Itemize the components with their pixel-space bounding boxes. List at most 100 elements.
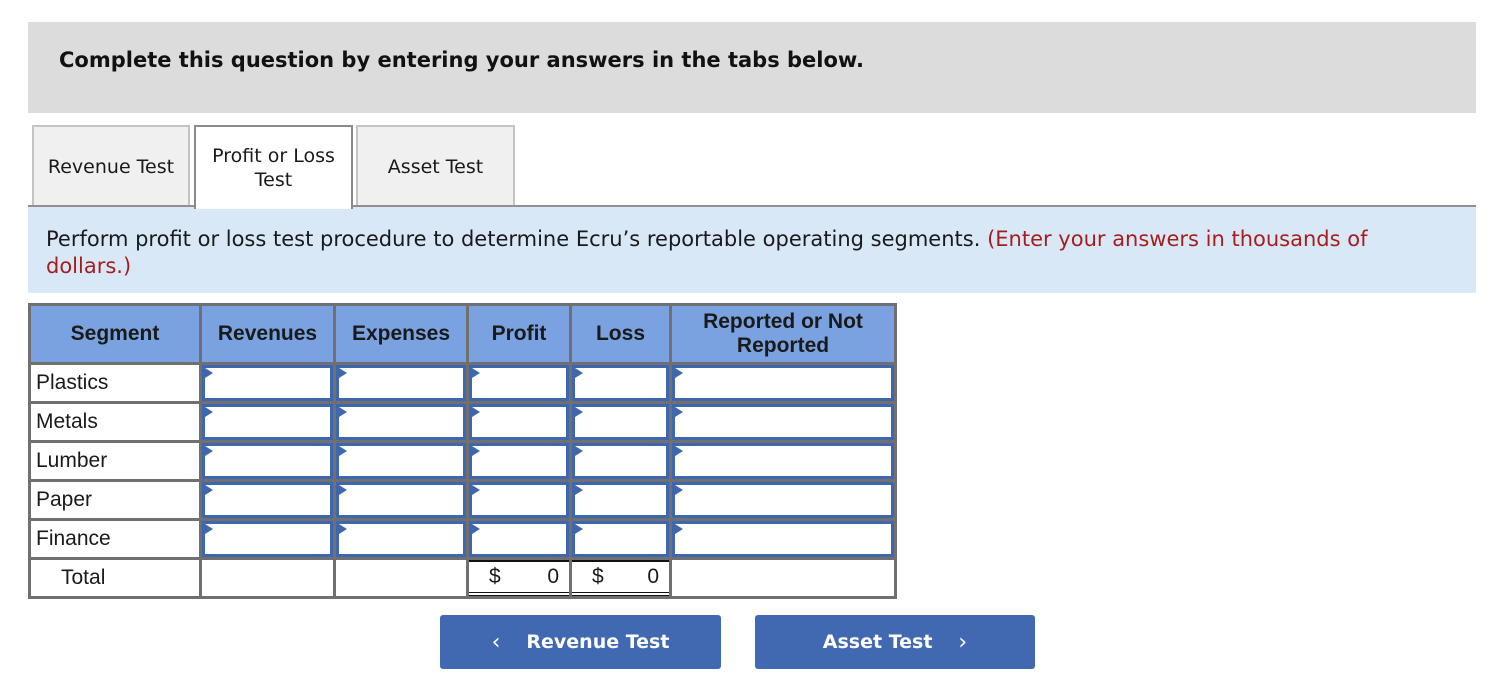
col-header-reported: Reported or Not Reported: [669, 303, 897, 365]
reported-field[interactable]: [675, 485, 891, 515]
next-asset-test-button[interactable]: Asset Test ›: [755, 615, 1035, 669]
revenues-cell: [199, 362, 336, 404]
revenues-field[interactable]: [205, 446, 330, 476]
profit-input[interactable]: [469, 521, 569, 557]
instruction-text: Complete this question by entering your …: [59, 48, 864, 72]
loss-field[interactable]: [575, 446, 666, 476]
chevron-left-icon: ‹: [491, 629, 501, 655]
profit-input[interactable]: [469, 482, 569, 518]
reported-select[interactable]: [672, 404, 894, 440]
reported-cell: [669, 440, 897, 482]
revenues-field[interactable]: [205, 524, 330, 554]
table-row: Plastics: [28, 362, 897, 404]
col-header-expenses: Expenses: [333, 303, 469, 365]
expenses-input[interactable]: [336, 404, 466, 440]
prompt-text-block: Perform profit or loss test procedure to…: [46, 226, 1456, 280]
loss-input[interactable]: [572, 404, 669, 440]
profit-field[interactable]: [472, 368, 566, 398]
tab-revenue-test[interactable]: Revenue Test: [32, 125, 190, 207]
amount: 0: [647, 565, 659, 588]
loss-field[interactable]: [575, 485, 666, 515]
segment-name: Finance: [28, 518, 202, 560]
loss-cell: [569, 518, 672, 560]
revenues-cell: [199, 440, 336, 482]
loss-field[interactable]: [575, 524, 666, 554]
instruction-banner: Complete this question by entering your …: [28, 22, 1476, 113]
prev-revenue-test-button[interactable]: ‹ Revenue Test: [440, 615, 721, 669]
total-profit: $ 0: [466, 557, 572, 599]
profit-cell: [466, 518, 572, 560]
expenses-field[interactable]: [339, 407, 463, 437]
reported-cell: [669, 518, 897, 560]
header-label: Reported or Not Reported: [703, 310, 863, 357]
profit-cell: [466, 362, 572, 404]
tab-asset-test[interactable]: Asset Test: [356, 125, 515, 207]
profit-field[interactable]: [472, 524, 566, 554]
total-label: Total: [28, 557, 202, 599]
expenses-input[interactable]: [336, 482, 466, 518]
amount: 0: [547, 565, 559, 588]
loss-input[interactable]: [572, 443, 669, 479]
revenues-input[interactable]: [202, 521, 333, 557]
loss-cell: [569, 479, 672, 521]
prev-button-label: Revenue Test: [526, 631, 670, 653]
loss-cell: [569, 440, 672, 482]
expenses-input[interactable]: [336, 443, 466, 479]
loss-input[interactable]: [572, 521, 669, 557]
reported-field[interactable]: [675, 524, 891, 554]
profit-field[interactable]: [472, 485, 566, 515]
currency-symbol: $: [489, 565, 501, 588]
segment-name: Metals: [28, 401, 202, 443]
revenues-input[interactable]: [202, 404, 333, 440]
revenues-cell: [199, 479, 336, 521]
revenues-input[interactable]: [202, 482, 333, 518]
reported-select[interactable]: [672, 521, 894, 557]
profit-cell: [466, 479, 572, 521]
header-row: Segment Revenues Expenses Profit Loss Re…: [28, 303, 897, 365]
col-header-segment: Segment: [28, 303, 202, 365]
loss-field[interactable]: [575, 368, 666, 398]
currency-symbol: $: [592, 565, 604, 588]
reported-field[interactable]: [675, 407, 891, 437]
revenues-input[interactable]: [202, 443, 333, 479]
expenses-cell: [333, 479, 469, 521]
reported-select[interactable]: [672, 482, 894, 518]
expenses-field[interactable]: [339, 524, 463, 554]
profit-input[interactable]: [469, 443, 569, 479]
profit-input[interactable]: [469, 404, 569, 440]
revenues-input[interactable]: [202, 365, 333, 401]
total-reported: [669, 557, 897, 599]
total-profit-value: $ 0: [469, 560, 569, 596]
chevron-right-icon: ›: [958, 629, 968, 655]
loss-input[interactable]: [572, 482, 669, 518]
loss-cell: [569, 401, 672, 443]
profit-field[interactable]: [472, 446, 566, 476]
expenses-field[interactable]: [339, 368, 463, 398]
reported-select[interactable]: [672, 443, 894, 479]
table-row: Paper: [28, 479, 897, 521]
reported-field[interactable]: [675, 446, 891, 476]
expenses-field[interactable]: [339, 485, 463, 515]
revenues-field[interactable]: [205, 407, 330, 437]
profit-input[interactable]: [469, 365, 569, 401]
table-row: Lumber: [28, 440, 897, 482]
profit-field[interactable]: [472, 407, 566, 437]
expenses-input[interactable]: [336, 365, 466, 401]
col-header-profit: Profit: [466, 303, 572, 365]
segment-name: Paper: [28, 479, 202, 521]
reported-field[interactable]: [675, 368, 891, 398]
expenses-field[interactable]: [339, 446, 463, 476]
revenues-field[interactable]: [205, 485, 330, 515]
total-revenues: [199, 557, 336, 599]
reported-select[interactable]: [672, 365, 894, 401]
expenses-input[interactable]: [336, 521, 466, 557]
question-prompt: Perform profit or loss test procedure to…: [28, 207, 1476, 293]
loss-input[interactable]: [572, 365, 669, 401]
segment-name: Plastics: [28, 362, 202, 404]
revenues-field[interactable]: [205, 368, 330, 398]
loss-field[interactable]: [575, 407, 666, 437]
prompt-text: Perform profit or loss test procedure to…: [46, 227, 981, 251]
tab-profit-or-loss-test[interactable]: Profit or Loss Test: [194, 125, 353, 209]
tab-label: Profit or Loss Test: [212, 145, 335, 191]
col-header-revenues: Revenues: [199, 303, 336, 365]
